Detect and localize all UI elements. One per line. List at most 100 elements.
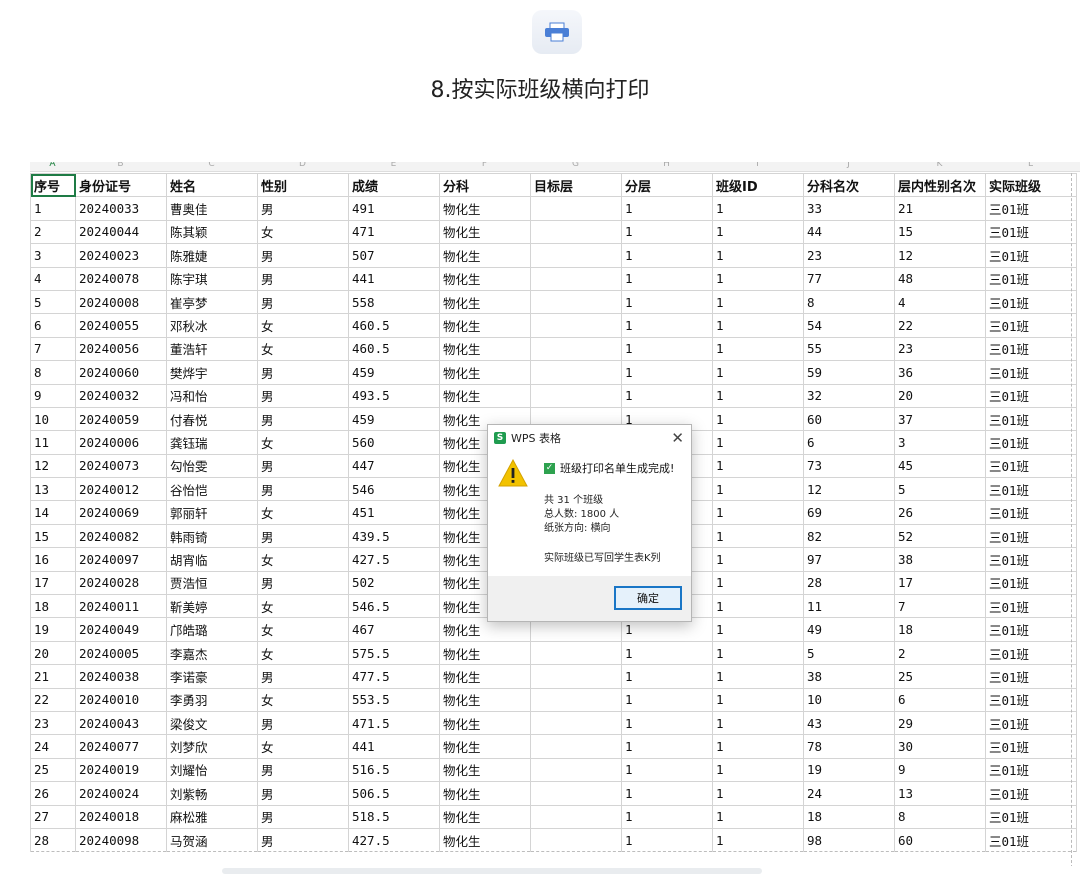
table-cell[interactable]: 1 <box>712 827 804 853</box>
table-cell[interactable]: 物化生 <box>439 383 531 408</box>
table-cell[interactable]: 1 <box>621 757 713 783</box>
table-cell[interactable]: 38 <box>894 547 986 572</box>
table-cell[interactable]: 1 <box>621 687 713 712</box>
table-cell[interactable]: 20240078 <box>75 266 167 291</box>
table-cell[interactable] <box>530 336 622 362</box>
table-cell[interactable]: 女 <box>257 430 349 455</box>
table-cell[interactable]: 23 <box>803 243 895 268</box>
table-cell[interactable]: 60 <box>894 827 986 853</box>
table-cell[interactable]: 靳美婷 <box>166 594 258 619</box>
table-cell[interactable]: 三01班 <box>985 664 1077 689</box>
table-cell[interactable]: 23 <box>894 336 986 362</box>
table-cell[interactable] <box>530 383 622 408</box>
table-cell[interactable]: 25 <box>30 757 76 783</box>
table-cell[interactable] <box>530 757 622 783</box>
table-cell[interactable]: 男 <box>257 289 349 315</box>
table-cell[interactable]: 18 <box>894 617 986 642</box>
table-cell[interactable]: 20240008 <box>75 289 167 315</box>
table-cell[interactable]: 13 <box>30 477 76 502</box>
table-cell[interactable]: 78 <box>803 734 895 759</box>
table-cell[interactable]: 54 <box>803 313 895 338</box>
table-cell[interactable]: 27 <box>30 804 76 829</box>
table-cell[interactable]: 427.5 <box>348 827 440 853</box>
table-cell[interactable]: 459 <box>348 360 440 385</box>
table-cell[interactable]: 1 <box>621 383 713 408</box>
table-cell[interactable]: 1 <box>621 336 713 362</box>
horizontal-scrollbar[interactable] <box>0 866 1080 883</box>
table-cell[interactable]: 82 <box>803 523 895 549</box>
table-cell[interactable]: 1 <box>712 360 804 385</box>
table-cell[interactable]: 陈其颖 <box>166 219 258 245</box>
table-cell[interactable]: 男 <box>257 827 349 853</box>
table-cell[interactable]: 三01班 <box>985 523 1077 549</box>
table-cell[interactable]: 20240069 <box>75 500 167 525</box>
table-cell[interactable]: 付春悦 <box>166 406 258 432</box>
column-letter-f[interactable]: F <box>439 162 530 169</box>
table-cell[interactable]: 26 <box>30 781 76 806</box>
table-cell[interactable]: 20240023 <box>75 243 167 268</box>
table-cell[interactable]: 物化生 <box>439 313 531 338</box>
table-cell[interactable]: 546.5 <box>348 594 440 619</box>
table-cell[interactable]: 8 <box>30 360 76 385</box>
table-cell[interactable]: 三01班 <box>985 734 1077 759</box>
table-cell[interactable] <box>530 196 622 221</box>
table-cell[interactable]: 37 <box>894 406 986 432</box>
table-cell[interactable]: 物化生 <box>439 781 531 806</box>
table-cell[interactable]: 447 <box>348 453 440 479</box>
table-cell[interactable]: 三01班 <box>985 617 1077 642</box>
table-cell[interactable]: 男 <box>257 757 349 783</box>
header-cell[interactable]: 目标层 <box>530 172 622 198</box>
table-cell[interactable]: 女 <box>257 336 349 362</box>
table-cell[interactable]: 4 <box>30 266 76 291</box>
table-cell[interactable]: 1 <box>621 664 713 689</box>
table-cell[interactable]: 1 <box>712 406 804 432</box>
table-cell[interactable]: 1 <box>621 313 713 338</box>
table-cell[interactable]: 三01班 <box>985 336 1077 362</box>
table-cell[interactable]: 物化生 <box>439 336 531 362</box>
table-cell[interactable]: 38 <box>803 664 895 689</box>
table-cell[interactable]: 男 <box>257 453 349 479</box>
table-cell[interactable] <box>530 710 622 736</box>
table-cell[interactable]: 三01班 <box>985 781 1077 806</box>
table-cell[interactable]: 21 <box>30 664 76 689</box>
table-cell[interactable]: 20 <box>30 640 76 666</box>
column-letter-c[interactable]: C <box>166 162 257 169</box>
table-cell[interactable]: 刘梦欣 <box>166 734 258 759</box>
table-cell[interactable]: 男 <box>257 266 349 291</box>
table-cell[interactable]: 5 <box>894 477 986 502</box>
table-cell[interactable]: 物化生 <box>439 804 531 829</box>
table-cell[interactable]: 20240028 <box>75 570 167 596</box>
table-cell[interactable]: 20 <box>894 383 986 408</box>
table-cell[interactable]: 男 <box>257 710 349 736</box>
table-cell[interactable]: 441 <box>348 266 440 291</box>
table-cell[interactable]: 三01班 <box>985 243 1077 268</box>
table-cell[interactable]: 梁俊文 <box>166 710 258 736</box>
table-cell[interactable]: 460.5 <box>348 336 440 362</box>
header-cell[interactable]: 身份证号 <box>75 172 167 198</box>
table-cell[interactable]: 516.5 <box>348 757 440 783</box>
table-cell[interactable]: 2 <box>894 640 986 666</box>
header-cell[interactable]: 分科名次 <box>803 172 895 198</box>
table-cell[interactable]: 物化生 <box>439 289 531 315</box>
table-cell[interactable]: 1 <box>621 196 713 221</box>
table-cell[interactable]: 20240082 <box>75 523 167 549</box>
table-cell[interactable]: 刘紫畅 <box>166 781 258 806</box>
table-cell[interactable]: 45 <box>894 453 986 479</box>
table-cell[interactable] <box>530 243 622 268</box>
table-cell[interactable]: 6 <box>30 313 76 338</box>
table-cell[interactable]: 男 <box>257 664 349 689</box>
table-cell[interactable]: 20240019 <box>75 757 167 783</box>
table-cell[interactable]: 物化生 <box>439 757 531 783</box>
table-cell[interactable]: 1 <box>712 570 804 596</box>
table-cell[interactable]: 1 <box>712 289 804 315</box>
table-cell[interactable]: 三01班 <box>985 289 1077 315</box>
table-cell[interactable]: 20240024 <box>75 781 167 806</box>
table-cell[interactable] <box>530 640 622 666</box>
table-cell[interactable]: 20240059 <box>75 406 167 432</box>
table-cell[interactable]: 三01班 <box>985 804 1077 829</box>
column-letter-i[interactable]: I <box>712 162 803 169</box>
table-cell[interactable]: 女 <box>257 617 349 642</box>
table-cell[interactable]: 77 <box>803 266 895 291</box>
table-cell[interactable]: 20240049 <box>75 617 167 642</box>
table-cell[interactable]: 491 <box>348 196 440 221</box>
